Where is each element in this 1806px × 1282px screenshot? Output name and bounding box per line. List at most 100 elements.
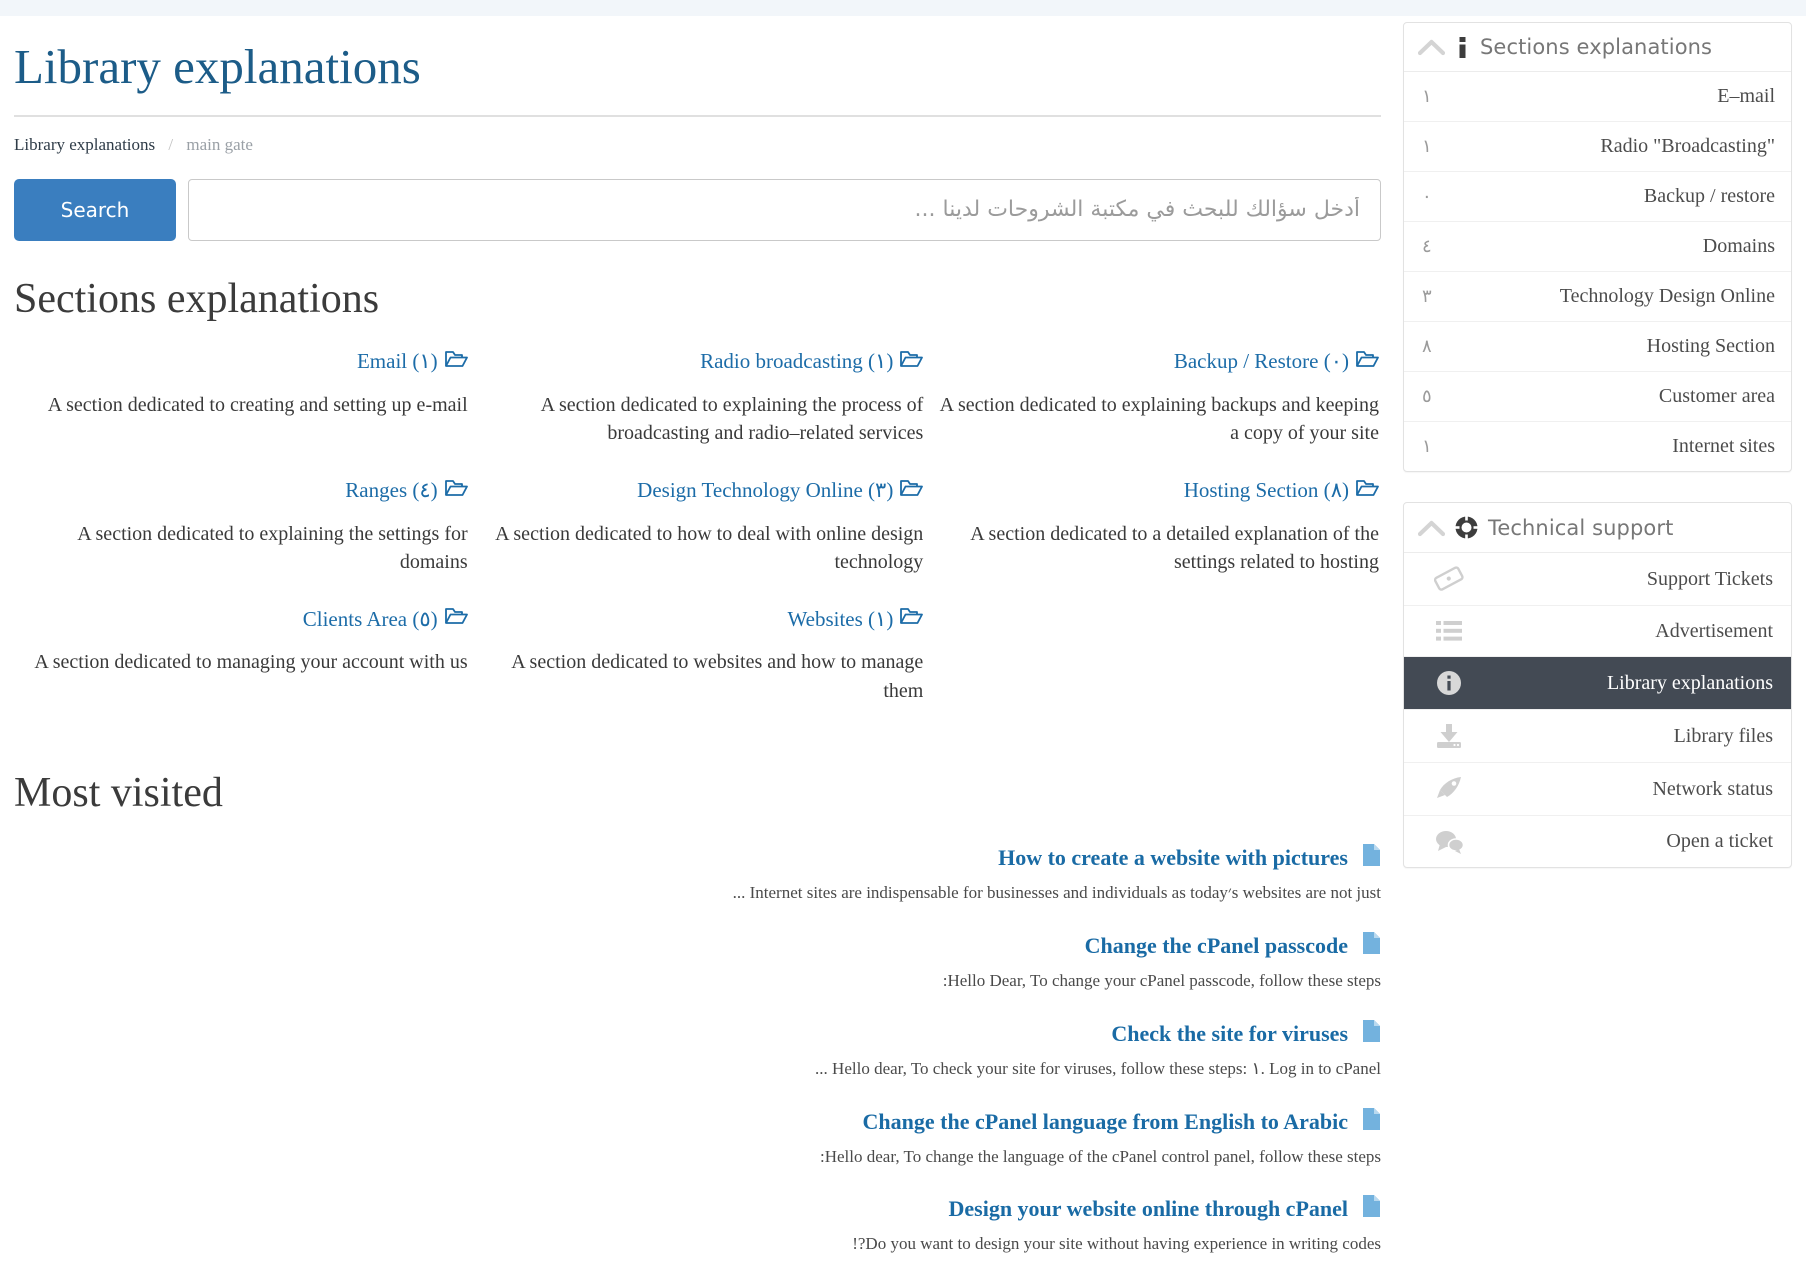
folder-open-icon — [444, 478, 468, 504]
document-icon — [1362, 1107, 1381, 1137]
article-title: Design your website online through cPane… — [948, 1196, 1349, 1222]
section-card-link[interactable]: Design Technology Online (٣) — [472, 478, 924, 504]
sidebar-section-count: ٨ — [1422, 336, 1432, 356]
section-card-description: A section dedicated to websites and how … — [511, 651, 924, 702]
sidebar-section-count: ١ — [1422, 436, 1432, 456]
article-link[interactable]: Design your website online through cPane… — [14, 1194, 1381, 1224]
section-card: Design Technology Online (٣) A section d… — [470, 478, 926, 607]
sidebar-item-open-a-ticket[interactable]: Open a ticket — [1404, 816, 1791, 867]
section-card-title: Hosting Section (٨) — [1183, 478, 1349, 503]
document-icon — [1362, 1019, 1381, 1049]
main-content: Library explanations Library explanation… — [0, 16, 1391, 1282]
sidebar-item-network-status[interactable]: Network status — [1404, 763, 1791, 816]
sidebar-section-label: Backup / restore — [1643, 185, 1775, 207]
article-item: Change the cPanel language from English … — [14, 1107, 1381, 1169]
section-card-description: A section dedicated to explaining backup… — [939, 393, 1379, 445]
sidebar-item-library-files[interactable]: Library files — [1404, 710, 1791, 763]
section-card: Clients Area (٥) A section dedicated to … — [14, 606, 470, 735]
page-title: Library explanations — [14, 39, 421, 94]
info-bold-icon — [1454, 36, 1471, 58]
section-card: Ranges (٤) A section dedicated to explai… — [14, 478, 470, 607]
sidebar-item-library-explanations[interactable]: Library explanations — [1404, 657, 1791, 710]
right-sidebar: Sections explanations E–mail ١ "Radio "B… — [1391, 16, 1806, 898]
folder-open-icon — [900, 478, 924, 504]
section-card-link[interactable]: Ranges (٤) — [16, 478, 468, 504]
breadcrumb-separator: / — [168, 134, 174, 154]
search-input[interactable] — [188, 178, 1381, 241]
support-panel-header: Technical support — [1404, 503, 1791, 553]
section-card-description: A section dedicated to a detailed explan… — [970, 522, 1379, 574]
section-card-title: Websites (١) — [787, 606, 894, 631]
sidebar-item-support-tickets[interactable]: Support Tickets — [1404, 553, 1791, 606]
sidebar-section-row[interactable]: Hosting Section ٨ — [1404, 322, 1791, 372]
sidebar-section-row[interactable]: Internet sites ١ — [1404, 422, 1791, 471]
section-card: Radio broadcasting (١) A section dedicat… — [470, 349, 926, 478]
section-card-link[interactable]: Hosting Section (٨) — [927, 478, 1379, 504]
article-item: Check the site for viruses ... Hello dea… — [14, 1019, 1381, 1081]
section-card: Email (١) A section dedicated to creatin… — [14, 349, 470, 478]
sections-panel-title: Sections explanations — [1480, 35, 1713, 59]
sidebar-item-label: Library files — [1673, 724, 1773, 747]
sidebar-section-label: Hosting Section — [1646, 335, 1775, 357]
rocket-icon — [1422, 776, 1476, 802]
lifebuoy-icon — [1454, 515, 1479, 540]
article-title: Check the site for viruses — [1111, 1020, 1348, 1046]
sidebar-section-count: ١ — [1422, 136, 1432, 156]
section-card: Hosting Section (٨) A section dedicated … — [925, 478, 1381, 607]
section-card-link[interactable]: Websites (١) — [472, 606, 924, 632]
section-card-description: A section dedicated to explaining the se… — [77, 522, 468, 574]
list-icon — [1422, 619, 1476, 643]
sidebar-item-advertisement[interactable]: Advertisement — [1404, 606, 1791, 657]
section-card-title: Ranges (٤) — [345, 478, 438, 503]
sections-explanations-panel: Sections explanations E–mail ١ "Radio "B… — [1403, 22, 1792, 472]
article-title: How to create a website with pictures — [998, 845, 1348, 871]
breadcrumb-parent-link[interactable]: main gate — [186, 135, 253, 154]
sidebar-section-count: ٤ — [1422, 236, 1432, 256]
sidebar-section-row[interactable]: Customer area ٥ — [1404, 372, 1791, 422]
section-card: Backup / Restore (٠) A section dedicated… — [925, 349, 1381, 478]
section-card-link[interactable]: Email (١) — [16, 349, 468, 375]
sidebar-section-row[interactable]: Backup / restore ٠ — [1404, 172, 1791, 222]
sections-card-grid: Email (١) A section dedicated to creatin… — [14, 349, 1381, 735]
section-card-title: Backup / Restore (٠) — [1173, 349, 1349, 374]
article-item: How to create a website with pictures ..… — [14, 843, 1381, 905]
section-card-description: A section dedicated to managing your acc… — [34, 651, 468, 674]
support-panel-title: Technical support — [1488, 515, 1674, 540]
most-visited-list: How to create a website with pictures ..… — [14, 843, 1381, 1256]
top-accent-strip — [0, 0, 1806, 16]
section-card: Websites (١) A section dedicated to webs… — [470, 606, 926, 735]
search-button[interactable]: Search — [14, 178, 176, 241]
article-link[interactable]: Change the cPanel passcode — [14, 931, 1381, 961]
sidebar-section-count: ٠ — [1422, 186, 1432, 206]
article-link[interactable]: Check the site for viruses — [14, 1019, 1381, 1049]
article-link[interactable]: How to create a website with pictures — [14, 843, 1381, 873]
chevron-up-icon[interactable] — [1418, 518, 1445, 538]
section-card-link[interactable]: Radio broadcasting (١) — [472, 349, 924, 375]
search-bar: Search — [14, 178, 1381, 241]
sidebar-section-row[interactable]: "Radio "Broadcasting ١ — [1404, 122, 1791, 172]
folder-open-icon — [1356, 349, 1379, 375]
sidebar-section-row[interactable]: Technology Design Online ٣ — [1404, 272, 1791, 322]
sidebar-item-label: Library explanations — [1606, 671, 1773, 694]
folder-open-icon — [444, 606, 468, 632]
section-card-title: Clients Area (٥) — [302, 606, 438, 631]
sections-panel-header: Sections explanations — [1404, 23, 1791, 72]
document-icon — [1362, 931, 1381, 961]
document-icon — [1362, 843, 1381, 873]
sidebar-section-row[interactable]: E–mail ١ — [1404, 72, 1791, 122]
technical-support-panel: Technical support Support Tickets Advert… — [1403, 502, 1792, 868]
sidebar-item-label: Advertisement — [1655, 619, 1773, 642]
download-inbox-icon — [1422, 723, 1476, 749]
section-card-link[interactable]: Backup / Restore (٠) — [927, 349, 1379, 375]
sidebar-section-label: Domains — [1702, 235, 1775, 257]
article-link[interactable]: Change the cPanel language from English … — [14, 1107, 1381, 1137]
chevron-up-icon[interactable] — [1418, 37, 1445, 57]
section-card-link[interactable]: Clients Area (٥) — [16, 606, 468, 632]
sidebar-section-label: Internet sites — [1672, 435, 1775, 457]
sidebar-section-row[interactable]: Domains ٤ — [1404, 222, 1791, 272]
section-card-empty — [925, 606, 1381, 735]
article-excerpt: ... Internet sites are indispensable for… — [732, 883, 1381, 903]
article-excerpt: !?Do you want to design your site withou… — [852, 1234, 1381, 1254]
section-card-title: Radio broadcasting (١) — [700, 349, 894, 374]
sidebar-section-count: ٥ — [1422, 386, 1432, 406]
